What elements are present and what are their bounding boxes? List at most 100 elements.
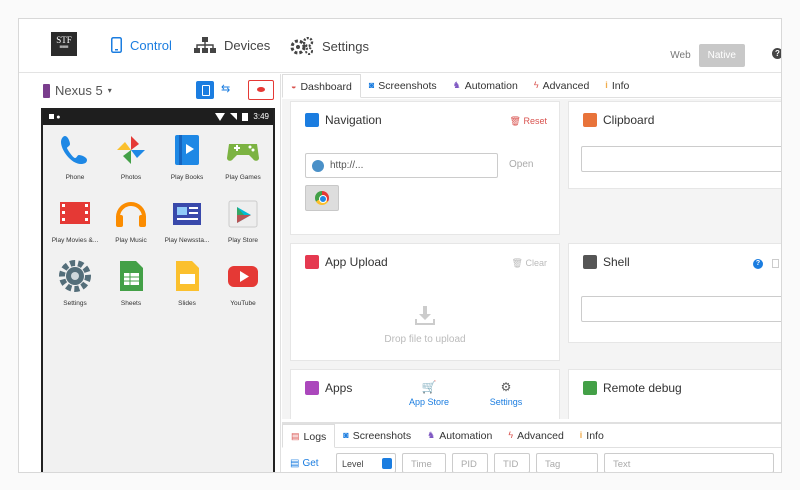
device-header: Nexus 5 ▾ ⇆ (19, 74, 281, 108)
control-panel: ◒ Dashboard ◙ Screenshots ♞ Automation ϟ Adv… (282, 74, 781, 472)
apps-title-text: Apps (325, 381, 353, 395)
tab-label: Screenshots (378, 80, 437, 92)
clear-button[interactable]: 🗑 Clear (512, 258, 547, 269)
app-settings[interactable]: Settings (47, 258, 103, 307)
eye-toggle-button[interactable] (248, 80, 274, 100)
device-name: Nexus 5 (55, 83, 103, 98)
chrome-button[interactable] (305, 185, 339, 211)
help-icon[interactable]: ? (772, 48, 781, 59)
clipboard-icon (583, 113, 597, 127)
tab-dashboard[interactable]: ◒ Dashboard (282, 74, 361, 98)
web-toggle[interactable]: Web (670, 50, 690, 61)
app-youtube[interactable]: YouTube (215, 258, 271, 307)
native-toggle[interactable]: Native (698, 44, 745, 67)
app-label: Play Movies &... (51, 237, 99, 244)
device-selector[interactable]: Nexus 5 ▾ (43, 83, 112, 98)
play-store-icon (225, 195, 261, 231)
url-input[interactable]: http://... (305, 153, 498, 178)
nav-control[interactable]: Control (111, 37, 172, 53)
app-photos[interactable]: Photos (103, 132, 159, 181)
app-play-games[interactable]: Play Games (215, 132, 271, 181)
drop-zone[interactable]: Drop file to upload (291, 304, 559, 345)
app-label: Photos (120, 174, 142, 181)
level-select[interactable]: Level (336, 453, 396, 472)
app-play-music[interactable]: Play Music (103, 195, 159, 244)
pid-placeholder: PID (461, 459, 477, 470)
settings-shortcut[interactable]: ⚙ Settings (476, 380, 536, 407)
remote-debug-title-text: Remote debug (603, 381, 682, 395)
shell-clear-icon[interactable] (772, 259, 779, 268)
tab-logs-screenshots[interactable]: ◙ Screenshots (335, 424, 419, 448)
photos-app-icon (113, 132, 149, 168)
tid-placeholder: TID (503, 459, 519, 470)
app-play-movies[interactable]: Play Movies &... (47, 195, 103, 244)
app-phone[interactable]: Phone (47, 132, 103, 181)
app-play-store[interactable]: Play Store (215, 195, 271, 244)
remote-debug-title: Remote debug (583, 381, 682, 395)
device-screen[interactable]: ● 3:49 Phone Photos Play Books Play Game… (41, 108, 275, 472)
stf-logo[interactable]: STF ▀▀▀ (51, 32, 77, 56)
reset-button[interactable]: 🗑 Reset (510, 116, 547, 127)
open-button[interactable]: Open (509, 159, 533, 170)
nav-settings[interactable]: Settings (290, 37, 369, 55)
chrome-icon (315, 191, 329, 205)
apps-card: Apps 🛒 App Store ⚙ Settings (290, 369, 560, 419)
wifi-icon (215, 112, 226, 121)
logs-panel: ▤ Logs ◙ Screenshots ♞ Automation ϟ Advanced… (282, 422, 781, 472)
app-sheets[interactable]: Sheets (103, 258, 159, 307)
device-statusbar: ● 3:49 (43, 110, 273, 125)
app-label: Play Books (170, 174, 204, 181)
tab-logs-automation[interactable]: ♞ Automation (419, 424, 500, 448)
stf-window: STF ▀▀▀ Control Devices Settings Web Nati… (18, 18, 782, 473)
tab-logs-advanced[interactable]: ϟ Advanced (500, 424, 571, 448)
tab-logs[interactable]: ▤ Logs (282, 424, 336, 448)
shell-card: Shell ? (568, 243, 781, 343)
shell-help-icon[interactable]: ? (753, 259, 763, 269)
nav-devices[interactable]: Devices (194, 37, 270, 53)
clipboard-textarea[interactable] (581, 146, 781, 172)
statusbar-right: 3:49 (215, 112, 269, 121)
apps-grid-icon (305, 381, 319, 395)
app-label: Phone (65, 174, 85, 181)
tab-advanced[interactable]: ϟ Advanced (526, 74, 597, 98)
bolt-icon: ϟ (508, 430, 514, 440)
rotate-icon[interactable]: ⇆ (221, 82, 230, 95)
get-logs-button[interactable]: ▤ Get (290, 458, 330, 469)
time-filter[interactable]: Time (402, 453, 446, 472)
apps-title: Apps (305, 381, 352, 395)
control-tabs: ◒ Dashboard ◙ Screenshots ♞ Automation ϟ Adv… (282, 74, 781, 98)
help-label: ? (775, 49, 780, 58)
tab-label: Advanced (542, 80, 590, 92)
tag-filter[interactable]: Tag (536, 453, 598, 472)
url-placeholder: http://... (330, 160, 364, 171)
automation-icon: ♞ (452, 80, 461, 90)
app-label: Play Store (228, 237, 258, 244)
tab-screenshots[interactable]: ◙ Screenshots (361, 74, 445, 98)
clipboard-card: Clipboard (568, 101, 781, 189)
text-placeholder: Text (613, 459, 631, 470)
app-slides[interactable]: Slides (159, 258, 215, 307)
tab-label: Advanced (517, 430, 564, 442)
dashboard-cards: Navigation 🗑 Reset http://... Open Clipb… (282, 99, 781, 419)
app-play-books[interactable]: Play Books (159, 132, 215, 181)
navigation-title: Navigation (305, 113, 382, 127)
portrait-button[interactable] (196, 81, 214, 99)
caret-down-icon: ▾ (107, 86, 112, 95)
cart-icon: 🛒 (421, 380, 437, 394)
clipboard-title-text: Clipboard (603, 113, 655, 127)
tab-automation[interactable]: ♞ Automation (445, 74, 526, 98)
app-label: Play Music (115, 237, 147, 244)
tid-filter[interactable]: TID (494, 453, 530, 472)
terminal-icon (583, 255, 597, 269)
nav-settings-label: Settings (322, 38, 369, 54)
text-filter[interactable]: Text (604, 453, 774, 472)
pid-filter[interactable]: PID (452, 453, 488, 472)
app-store-shortcut[interactable]: 🛒 App Store (399, 380, 459, 407)
shell-input[interactable] (581, 296, 781, 322)
phone-app-icon (57, 132, 93, 168)
app-play-newsstand[interactable]: Play Newssta... (159, 195, 215, 244)
level-label: Level (342, 459, 364, 469)
youtube-app-icon (225, 258, 261, 294)
tab-info[interactable]: i Info (597, 74, 637, 98)
tab-logs-info[interactable]: i Info (572, 424, 612, 448)
